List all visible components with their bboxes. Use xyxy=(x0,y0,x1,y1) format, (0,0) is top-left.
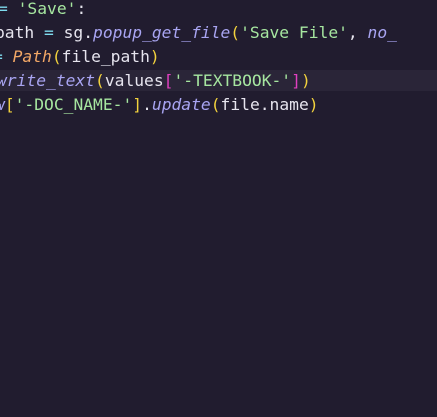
code-line-4[interactable]: write_text(values['-TEXTBOOK-']) xyxy=(0,69,311,93)
bracket: ] xyxy=(291,71,301,90)
paren: ) xyxy=(149,47,160,66)
method-name: update xyxy=(151,95,211,114)
operator: = xyxy=(44,23,54,42)
argument: file_path xyxy=(61,47,150,66)
paren: ) xyxy=(0,142,3,161)
code-line-1[interactable]: = 'Save': xyxy=(0,0,86,21)
variable: values xyxy=(104,71,164,90)
argument: file.name xyxy=(220,95,309,114)
bracket: ] xyxy=(132,95,143,114)
bracket: [ xyxy=(4,95,15,114)
comma: , xyxy=(347,23,368,42)
function-name: popup_get_file xyxy=(93,23,231,42)
keyword-arg: no_ xyxy=(367,23,397,42)
colon: : xyxy=(76,0,87,18)
code-line-2[interactable]: path = sg.popup_get_file('Save File', no… xyxy=(0,21,397,45)
module: sg. xyxy=(53,23,94,42)
paren: ( xyxy=(51,47,62,66)
string-literal: 'Save File' xyxy=(240,23,348,42)
variable: path xyxy=(0,23,35,42)
string-literal: '-DOC_NAME-' xyxy=(14,95,133,114)
code-line-5[interactable]: w['-DOC_NAME-'].update(file.name) xyxy=(0,93,319,117)
code-line-3[interactable]: = Path(file_path) xyxy=(0,45,160,69)
dot: . xyxy=(142,95,152,114)
paren: ( xyxy=(95,71,105,90)
class-name: Path xyxy=(12,47,52,66)
code-line-7[interactable]: ) xyxy=(0,140,3,164)
operator: = xyxy=(0,0,8,18)
string-literal: '-TEXTBOOK-' xyxy=(173,71,292,90)
function-name: write_text xyxy=(0,71,96,90)
paren: ( xyxy=(210,95,221,114)
string-literal: 'Save' xyxy=(17,0,77,18)
paren: ) xyxy=(308,95,319,114)
bracket: [ xyxy=(163,71,174,90)
paren: ) xyxy=(300,71,311,90)
paren: ( xyxy=(230,23,241,42)
